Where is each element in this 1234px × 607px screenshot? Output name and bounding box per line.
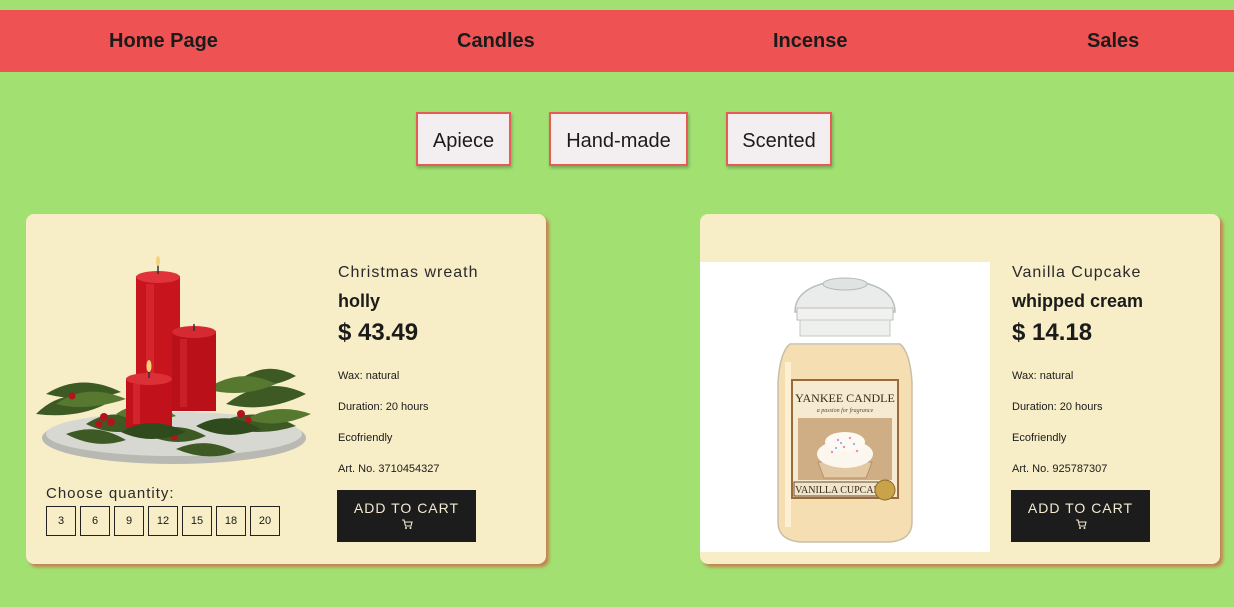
quantity-option-18[interactable]: 18: [216, 506, 246, 536]
duration-label: Duration:: [338, 401, 383, 413]
jar-scent-text: VANILLA CUPCAKE: [795, 485, 887, 496]
filter-scented-button[interactable]: Scented: [726, 112, 832, 166]
duration-label: Duration:: [1012, 401, 1057, 413]
cart-icon: [401, 519, 413, 529]
product-card-whipped-cream: YANKEE CANDLE a passion for fragrance VA…: [700, 214, 1220, 564]
main-nav: Home Page Candles Incense Sales: [0, 10, 1234, 72]
quantity-option-12[interactable]: 12: [148, 506, 178, 536]
wax-label: Wax:: [1012, 370, 1037, 382]
nav-home-page[interactable]: Home Page: [109, 10, 218, 72]
wax-value: natural: [1039, 370, 1074, 382]
product-image-holly-candles: [26, 254, 316, 469]
product-wax: Wax: natural: [1012, 370, 1073, 382]
quantity-option-20[interactable]: 20: [250, 506, 280, 536]
product-price: $ 14.18: [1012, 319, 1093, 346]
product-image-vanilla-cupcake-jar: YANKEE CANDLE a passion for fragrance VA…: [700, 262, 990, 552]
nav-incense[interactable]: Incense: [773, 10, 847, 72]
jar-tagline-text: a passion for fragrance: [817, 407, 874, 414]
quantity-label: Choose quantity:: [46, 485, 175, 502]
product-name: whipped cream: [1012, 291, 1144, 311]
product-art-no: Art. No. 925787307: [1012, 463, 1108, 475]
quantity-option-9[interactable]: 9: [114, 506, 144, 536]
product-art-no: Art. No. 3710454327: [338, 463, 440, 475]
product-price: $ 43.49: [338, 319, 419, 346]
quantity-option-6[interactable]: 6: [80, 506, 110, 536]
add-to-cart-label: ADD TO CART: [1027, 500, 1134, 516]
wax-label: Wax:: [338, 370, 363, 382]
nav-candles[interactable]: Candles: [457, 10, 535, 72]
filter-apiece-button[interactable]: Apiece: [416, 112, 511, 166]
duration-value: 20 hours: [385, 401, 429, 413]
quantity-option-3[interactable]: 3: [46, 506, 76, 536]
add-to-cart-button[interactable]: ADD TO CART: [1011, 490, 1150, 542]
add-to-cart-button[interactable]: ADD TO CART: [337, 490, 476, 542]
product-name: holly: [338, 291, 381, 311]
filter-hand-made-button[interactable]: Hand-made: [549, 112, 688, 166]
duration-value: 20 hours: [1059, 401, 1103, 413]
add-to-cart-label: ADD TO CART: [353, 500, 460, 516]
quantity-option-15[interactable]: 15: [182, 506, 212, 536]
product-duration: Duration: 20 hours: [338, 401, 429, 413]
product-duration: Duration: 20 hours: [1012, 401, 1103, 413]
product-ecofriendly: Ecofriendly: [338, 432, 393, 444]
product-subtitle: Christmas wreath: [338, 264, 479, 281]
product-ecofriendly: Ecofriendly: [1012, 432, 1067, 444]
wax-value: natural: [365, 370, 400, 382]
cart-icon: [1075, 519, 1087, 529]
nav-sales[interactable]: Sales: [1087, 10, 1139, 72]
product-subtitle: Vanilla Cupcake: [1012, 264, 1142, 281]
product-card-holly: Christmas wreath holly $ 43.49 Wax: natu…: [26, 214, 546, 564]
jar-brand-text: YANKEE CANDLE: [795, 391, 895, 405]
product-wax: Wax: natural: [338, 370, 399, 382]
